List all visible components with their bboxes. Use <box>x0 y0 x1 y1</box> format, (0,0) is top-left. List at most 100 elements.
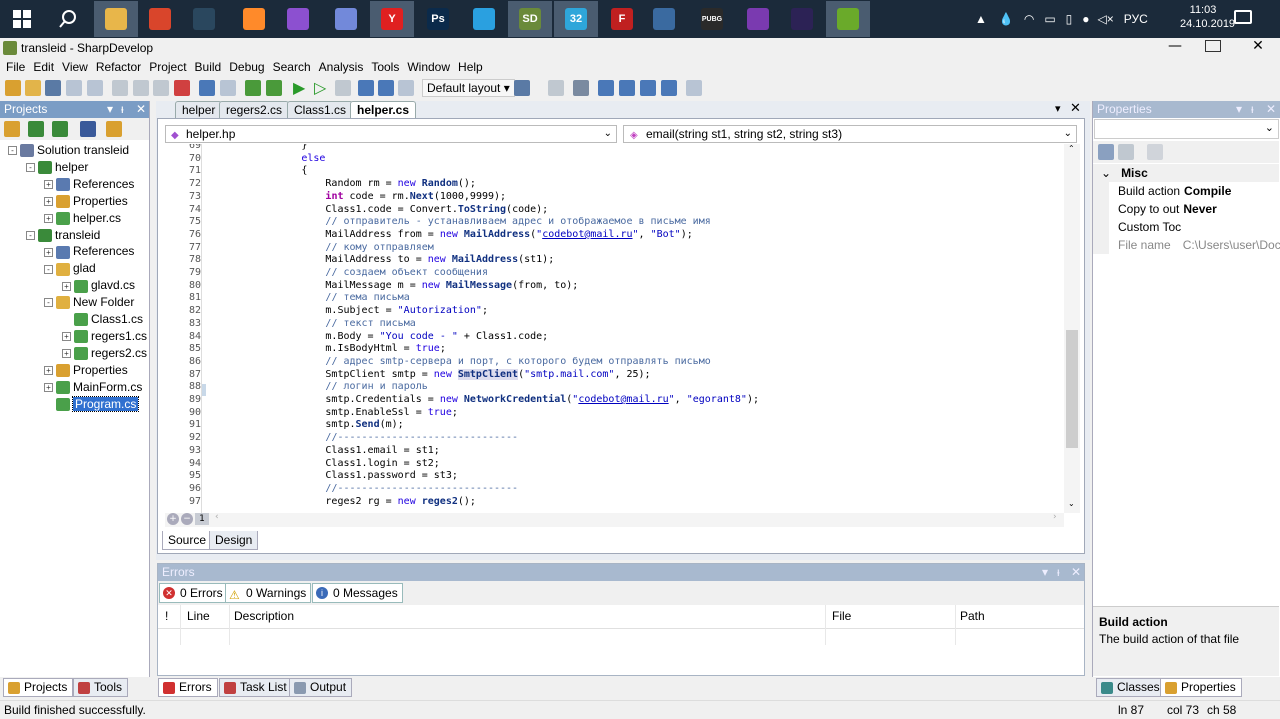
property-value[interactable]: Compile <box>1184 184 1231 198</box>
object-select[interactable]: ⌄ <box>1094 119 1279 139</box>
code-line[interactable]: smtp.EnableSsl = true; <box>205 407 457 420</box>
code-line[interactable]: { <box>205 165 307 178</box>
code-line[interactable]: int code = rm.Next(1000,9999); <box>205 191 506 204</box>
scroll-up-icon[interactable]: ⌃ <box>1068 144 1075 153</box>
open-project-icon[interactable] <box>45 80 61 96</box>
stop-icon[interactable] <box>335 80 351 96</box>
tree-item[interactable]: + MainForm.cs <box>44 379 142 396</box>
code-line[interactable]: MailAddress from = new MailAddress("code… <box>205 229 692 242</box>
expand-icon[interactable]: + <box>44 366 53 376</box>
col-path[interactable]: Path <box>960 605 985 627</box>
col-description[interactable]: Description <box>234 605 294 627</box>
editor-close-icon[interactable]: ✕ <box>1070 101 1081 116</box>
property-value[interactable]: Never <box>1183 202 1216 216</box>
code-line[interactable]: smtp.Send(m); <box>205 419 403 432</box>
messages-filter-button[interactable]: i 0 Messages <box>312 583 403 603</box>
tab-projects[interactable]: Projects <box>3 678 74 697</box>
shield-app-icon[interactable] <box>138 1 182 37</box>
clock[interactable]: 11:03 24.10.2019 <box>1180 3 1235 31</box>
code-line[interactable]: Random rm = new Random(); <box>205 178 476 191</box>
col-severity[interactable]: ! <box>165 605 168 627</box>
tree-item[interactable]: Class1.cs <box>62 311 143 328</box>
menu-refactor[interactable]: Refactor <box>92 59 145 76</box>
pin-icon[interactable]: ᵻ <box>1057 564 1060 581</box>
close-button[interactable]: ✕ <box>1248 38 1268 54</box>
save-icon[interactable] <box>66 80 82 96</box>
filezilla-icon[interactable]: F <box>600 1 644 37</box>
tab-helper-cs[interactable]: helper.cs <box>350 101 417 118</box>
property-row[interactable]: Custom Toc <box>1118 218 1185 236</box>
show-all-icon[interactable] <box>80 121 96 137</box>
menu-edit[interactable]: Edit <box>29 59 58 76</box>
menu-build[interactable]: Build <box>191 59 226 76</box>
menu-project[interactable]: Project <box>145 59 190 76</box>
run-icon[interactable]: ▶ <box>293 78 305 97</box>
window-icon[interactable] <box>598 80 614 96</box>
property-row[interactable]: Copy to out Never <box>1118 200 1217 218</box>
open-containing-folder-icon[interactable] <box>106 121 122 137</box>
pane-close-icon[interactable]: ✕ <box>1266 101 1276 118</box>
run-without-debug-icon[interactable]: ▷ <box>314 78 326 97</box>
tab-tools[interactable]: Tools <box>73 678 129 697</box>
code-line[interactable]: Class1.password = st3; <box>205 470 457 483</box>
menu-view[interactable]: View <box>58 59 92 76</box>
pin-icon[interactable]: ᵻ <box>1251 101 1254 118</box>
tree-item[interactable]: - Solution transleid <box>8 142 129 159</box>
redo-icon[interactable] <box>220 80 236 96</box>
col-line[interactable]: Line <box>187 605 210 627</box>
code-line[interactable]: // кому отправляем <box>205 242 433 255</box>
zoom-out-icon[interactable]: − <box>181 513 193 525</box>
step-out-icon[interactable] <box>398 80 414 96</box>
minimize-button[interactable]: — <box>1165 38 1185 54</box>
search-icon[interactable] <box>46 1 90 37</box>
discord-icon[interactable] <box>324 1 368 37</box>
pubg-icon[interactable]: PUBG <box>690 1 734 37</box>
sort-alphabetical-icon[interactable] <box>1118 144 1134 160</box>
pane-menu-icon[interactable]: ▾ <box>1042 564 1048 581</box>
step-into-icon[interactable] <box>378 80 394 96</box>
visual-studio-icon[interactable] <box>276 1 320 37</box>
menu-debug[interactable]: Debug <box>225 59 268 76</box>
tab-helper[interactable]: helper <box>175 101 223 118</box>
property-row[interactable]: File name C:\Users\user\Docu <box>1118 236 1280 254</box>
step-over-icon[interactable] <box>358 80 374 96</box>
tab-source[interactable]: Source <box>162 531 213 550</box>
file-explorer-icon[interactable] <box>94 1 138 37</box>
telegram-icon[interactable]: 32 <box>554 1 598 37</box>
tab-errors[interactable]: Errors <box>158 678 218 697</box>
class-combo[interactable]: ◆ helper.hp ⌄ <box>165 125 617 143</box>
volume-icon[interactable]: ◁× <box>1098 12 1114 26</box>
wifi-icon[interactable]: ◠ <box>1024 12 1034 26</box>
code-editor[interactable]: 69 } 70 else 71 {72 Random rm = new Random… <box>165 144 1065 513</box>
code-line[interactable]: //------------------------------ <box>205 483 518 496</box>
maximize-button[interactable] <box>1205 40 1221 52</box>
code-line[interactable]: // адрес smtp-сервера и порт, с которого… <box>205 356 710 369</box>
language-indicator[interactable]: РУС <box>1124 12 1148 26</box>
menu-analysis[interactable]: Analysis <box>315 59 368 76</box>
menu-tools[interactable]: Tools <box>367 59 403 76</box>
battery-icon[interactable]: ▯ <box>1066 12 1073 26</box>
zoom-in-icon[interactable]: + <box>167 513 179 525</box>
code-line[interactable]: else <box>205 153 325 166</box>
code-line[interactable]: m.Body = "You code - " + Class1.code; <box>205 331 548 344</box>
photoshop-icon[interactable]: Ps <box>416 1 460 37</box>
property-value[interactable]: C:\Users\user\Docu <box>1183 236 1280 254</box>
expand-icon[interactable]: + <box>44 213 53 223</box>
tree-item[interactable]: + regers1.cs <box>62 328 147 345</box>
sharpdevelop-icon[interactable]: SD <box>508 1 552 37</box>
tree-item[interactable]: + helper.cs <box>44 210 121 227</box>
add-item-icon[interactable] <box>4 121 20 137</box>
tree-item[interactable]: + References <box>44 243 134 260</box>
tab-design[interactable]: Design <box>209 531 259 550</box>
scroll-down-icon[interactable]: ⌄ <box>1068 499 1075 508</box>
delete-icon[interactable] <box>174 80 190 96</box>
eclipse-icon[interactable] <box>780 1 824 37</box>
tab-classes[interactable]: Classes <box>1096 678 1166 697</box>
code-line[interactable]: MailAddress to = new MailAddress(st1); <box>205 254 554 267</box>
menu-help[interactable]: Help <box>454 59 487 76</box>
code-line[interactable]: // логин и пароль <box>205 381 427 394</box>
expand-icon[interactable]: + <box>62 281 71 291</box>
tree-item[interactable]: + Properties <box>44 193 128 210</box>
pane-menu-icon[interactable]: ▾ <box>107 101 113 118</box>
tab-regers2-cs[interactable]: regers2.cs <box>219 101 290 118</box>
